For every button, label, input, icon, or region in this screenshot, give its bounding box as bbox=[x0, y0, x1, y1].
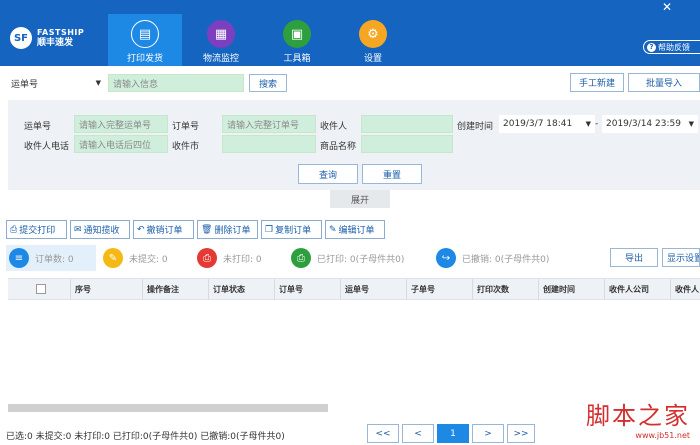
prev-page-button[interactable]: < bbox=[402, 424, 434, 443]
tab-settings[interactable]: ⚙ 设置 bbox=[336, 14, 410, 66]
order-table-header: 序号 操作备注 订单状态 订单号 运单号 子单号 打印次数 创建时间 收件人公司… bbox=[8, 278, 700, 300]
phone-input[interactable]: 请输入电话后四位 bbox=[74, 135, 168, 153]
created-time-label: 创建时间 bbox=[457, 122, 494, 132]
tab-toolbox[interactable]: ▣ 工具箱 bbox=[260, 14, 334, 66]
export-button[interactable]: 导出 bbox=[610, 248, 658, 267]
gear-icon: ⚙ bbox=[359, 20, 387, 48]
notify-pickup-button[interactable]: ✉ 通知揽收 bbox=[70, 220, 130, 239]
phone-label: 收件人电话 bbox=[24, 142, 70, 152]
site-watermark: 脚本之家 www.jb51.net bbox=[586, 402, 690, 440]
tab-logistics-monitor[interactable]: ▦ 物流监控 bbox=[184, 14, 258, 66]
search-button[interactable]: 搜索 bbox=[249, 74, 287, 92]
copy-order-button[interactable]: ❐ 复制订单 bbox=[261, 220, 322, 239]
caret-down-icon: ▼ bbox=[688, 120, 694, 128]
bulk-import-button[interactable]: 批量导入 bbox=[628, 73, 700, 92]
col-remark[interactable]: 操作备注 bbox=[142, 279, 208, 300]
current-page[interactable]: 1 bbox=[437, 424, 469, 443]
search-input[interactable]: 请输入信息 bbox=[108, 74, 244, 92]
col-created-time[interactable]: 创建时间 bbox=[538, 279, 604, 300]
product-label: 商品名称 bbox=[320, 142, 357, 152]
next-page-button[interactable]: > bbox=[472, 424, 504, 443]
expand-toggle[interactable]: 展开 bbox=[330, 190, 390, 208]
cancel-order-button[interactable]: ↶ 撤销订单 bbox=[133, 220, 194, 239]
brand-logo: SF FASTSHIP 顺丰速发 bbox=[10, 27, 84, 49]
col-index[interactable]: 序号 bbox=[70, 279, 142, 300]
monitor-icon: ▦ bbox=[207, 20, 235, 48]
printer-icon: ⎙ bbox=[10, 224, 18, 235]
logo-mark: SF bbox=[10, 27, 32, 49]
city-label: 收件市 bbox=[172, 142, 200, 152]
date-from-picker[interactable]: 2019/3/7 18:41 ▼ bbox=[499, 115, 595, 133]
stat-printed[interactable]: ⎙ 已打印: 0(子母件共0) bbox=[288, 245, 428, 271]
col-status[interactable]: 订单状态 bbox=[208, 279, 274, 300]
stat-unsubmitted[interactable]: ✎ 未提交: 0 bbox=[100, 245, 190, 271]
waybill-label: 运单号 bbox=[24, 122, 52, 132]
copy-icon: ❐ bbox=[265, 224, 274, 235]
col-order-no[interactable]: 订单号 bbox=[274, 279, 340, 300]
edit-order-button[interactable]: ✎ 编辑订单 bbox=[325, 220, 385, 239]
first-page-button[interactable]: << bbox=[367, 424, 399, 443]
query-button[interactable]: 查询 bbox=[298, 164, 358, 184]
toolbox-icon: ▣ bbox=[283, 20, 311, 48]
display-settings-button[interactable]: 显示设置 bbox=[662, 248, 700, 267]
col-waybill-no[interactable]: 运单号 bbox=[340, 279, 406, 300]
printer-icon: ▤ bbox=[131, 20, 159, 48]
recipient-input[interactable] bbox=[361, 115, 453, 133]
edit-icon: ✎ bbox=[329, 224, 337, 235]
date-to-picker[interactable]: 2019/3/14 23:59 ▼ bbox=[602, 115, 698, 133]
horizontal-scrollbar[interactable] bbox=[8, 404, 328, 412]
delete-order-button[interactable]: 🗑 删除订单 bbox=[197, 220, 258, 239]
city-input[interactable] bbox=[222, 135, 316, 153]
pencil-icon: ✎ bbox=[103, 248, 123, 268]
col-print-count[interactable]: 打印次数 bbox=[472, 279, 538, 300]
select-all-checkbox[interactable] bbox=[36, 284, 46, 294]
col-sub-no[interactable]: 子单号 bbox=[406, 279, 472, 300]
printer-icon: ⎙ bbox=[197, 248, 217, 268]
share-arrow-icon: ↪ bbox=[436, 248, 456, 268]
app-header: SF FASTSHIP 顺丰速发 ▤ 打印发货 ▦ 物流监控 ▣ 工具箱 ⚙ 设… bbox=[0, 0, 700, 66]
tab-print-ship[interactable]: ▤ 打印发货 bbox=[108, 14, 182, 66]
reset-button[interactable]: 重置 bbox=[362, 164, 422, 184]
brand-name-en: FASTSHIP bbox=[37, 28, 85, 37]
caret-down-icon: ▼ bbox=[585, 120, 591, 128]
product-input[interactable] bbox=[361, 135, 453, 153]
order-input[interactable]: 请输入完整订单号 bbox=[222, 115, 316, 133]
waybill-input[interactable]: 请输入完整运单号 bbox=[74, 115, 168, 133]
col-recipient[interactable]: 收件人 bbox=[670, 279, 700, 300]
stat-unprinted[interactable]: ⎙ 未打印: 0 bbox=[194, 245, 284, 271]
order-label: 订单号 bbox=[172, 122, 200, 132]
brand-name-cn: 顺丰速发 bbox=[37, 38, 74, 48]
help-icon: ? bbox=[647, 42, 656, 52]
caret-down-icon: ▼ bbox=[95, 79, 101, 87]
mail-icon: ✉ bbox=[74, 224, 82, 235]
submit-print-button[interactable]: ⎙ 提交打印 bbox=[6, 220, 67, 239]
help-feedback-button[interactable]: ? 帮助反馈 bbox=[643, 40, 700, 54]
filter-panel: 运单号 请输入完整运单号 订单号 请输入完整订单号 收件人 创建时间 2019/… bbox=[8, 100, 700, 190]
stat-cancelled[interactable]: ↪ 已撤销: 0(子母件共0) bbox=[433, 245, 577, 271]
list-icon: ≡ bbox=[9, 248, 29, 268]
undo-icon: ↶ bbox=[137, 224, 145, 235]
close-icon[interactable]: ✕ bbox=[662, 0, 672, 14]
search-type-select[interactable]: 运单号 ▼ bbox=[8, 74, 104, 92]
manual-new-button[interactable]: 手工新建 bbox=[570, 73, 624, 92]
recipient-label: 收件人 bbox=[320, 122, 348, 132]
trash-icon: 🗑 bbox=[201, 224, 213, 235]
last-page-button[interactable]: >> bbox=[507, 424, 535, 443]
stat-order-count[interactable]: ≡ 订单数: 0 bbox=[6, 245, 96, 271]
selection-summary: 已选:0 未提交:0 未打印:0 已打印:0(子母件共0) 已撤销:0(子母件共… bbox=[6, 432, 285, 442]
printer-icon: ⎙ bbox=[291, 248, 311, 268]
col-recipient-company[interactable]: 收件人公司 bbox=[604, 279, 670, 300]
